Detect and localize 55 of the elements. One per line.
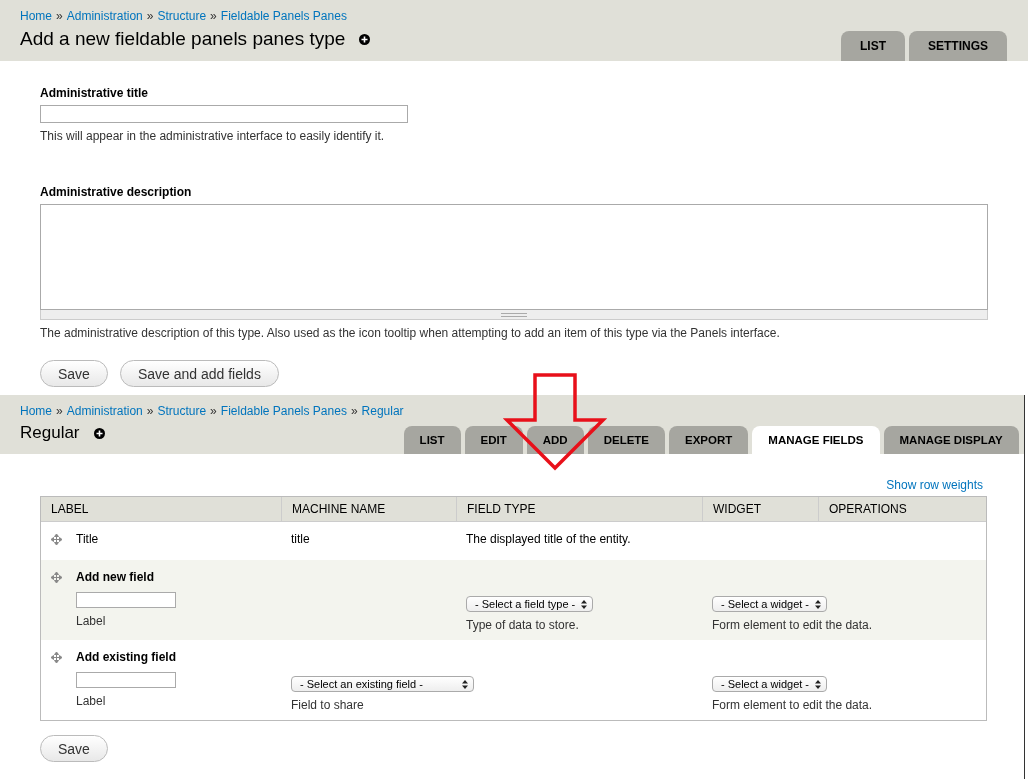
- select-dropdown[interactable]: - Select a widget -: [712, 596, 828, 612]
- field-description: Form element to edit the data.: [712, 618, 873, 632]
- form-button[interactable]: Save and add fields: [119, 360, 279, 387]
- page-title: Regular: [20, 423, 80, 443]
- tab[interactable]: SETTINGS: [909, 31, 1007, 61]
- field-label: Administrative description: [40, 185, 193, 199]
- select-dropdown[interactable]: - Select a widget -: [712, 676, 828, 692]
- tab[interactable]: LIST: [403, 426, 461, 454]
- field-description: Label: [76, 694, 107, 708]
- tab[interactable]: MANAGE FIELDS: [752, 426, 880, 454]
- breadcrumb-link[interactable]: Fieldable Panels Panes: [220, 9, 347, 23]
- breadcrumb-link[interactable]: Structure: [157, 9, 207, 23]
- breadcrumb-link[interactable]: Fieldable Panels Panes: [220, 404, 347, 418]
- breadcrumb-link[interactable]: Administration: [66, 9, 143, 23]
- column-header: FIELD TYPE: [456, 497, 702, 521]
- select-dropdown[interactable]: - Select a field type -: [466, 596, 594, 612]
- table-cell: title: [291, 532, 310, 546]
- breadcrumb-separator: »: [210, 9, 217, 23]
- tab[interactable]: DELETE: [587, 426, 666, 454]
- breadcrumb-separator: »: [210, 404, 217, 418]
- breadcrumb-link[interactable]: Home: [20, 9, 52, 23]
- field-description: The administrative description of this type. Also used as the icon tooltip when attempting to add an item of this type via the Panels interface.: [40, 326, 781, 340]
- row-label: Title: [76, 532, 99, 546]
- field-description: Label: [76, 614, 107, 628]
- breadcrumb-link[interactable]: Regular: [361, 404, 404, 418]
- tab[interactable]: EXPORT: [669, 426, 749, 454]
- tab[interactable]: ADD: [526, 426, 584, 454]
- row-label: Add existing field: [76, 650, 176, 664]
- field-label: Administrative title: [40, 86, 150, 100]
- field-description: Field to share: [291, 698, 365, 712]
- breadcrumb-separator: »: [146, 9, 154, 23]
- column-header: WIDGET: [702, 497, 818, 521]
- breadcrumb-separator: »: [56, 404, 63, 418]
- breadcrumb-separator: »: [146, 404, 154, 418]
- tab[interactable]: LIST: [841, 31, 905, 61]
- column-header: OPERATIONS: [818, 497, 986, 521]
- field-description: This will appear in the administrative interface to easily identify it.: [40, 129, 386, 143]
- table-cell: The displayed title of the entity.: [466, 532, 631, 546]
- breadcrumb-link[interactable]: Structure: [157, 404, 207, 418]
- breadcrumb-link[interactable]: Home: [20, 404, 52, 418]
- row-label: Add new field: [76, 570, 154, 584]
- tab[interactable]: EDIT: [464, 426, 523, 454]
- page-title: Add a new fieldable panels panes type: [20, 28, 346, 50]
- tab[interactable]: MANAGE DISPLAY: [883, 426, 1019, 454]
- field-description: Form element to edit the data.: [712, 698, 873, 712]
- column-header: LABEL: [50, 501, 90, 518]
- breadcrumb-separator: »: [350, 404, 358, 418]
- field-description: Type of data to store.: [466, 618, 580, 632]
- form-button[interactable]: Save: [40, 735, 108, 762]
- select-dropdown[interactable]: - Select an existing field -: [291, 676, 474, 692]
- form-button[interactable]: Save: [40, 360, 108, 387]
- column-header: MACHINE NAME: [281, 497, 456, 521]
- show-row-weights-link[interactable]: Show row weights: [886, 478, 983, 492]
- breadcrumb-separator: »: [56, 9, 63, 23]
- breadcrumb-link[interactable]: Administration: [66, 404, 143, 418]
